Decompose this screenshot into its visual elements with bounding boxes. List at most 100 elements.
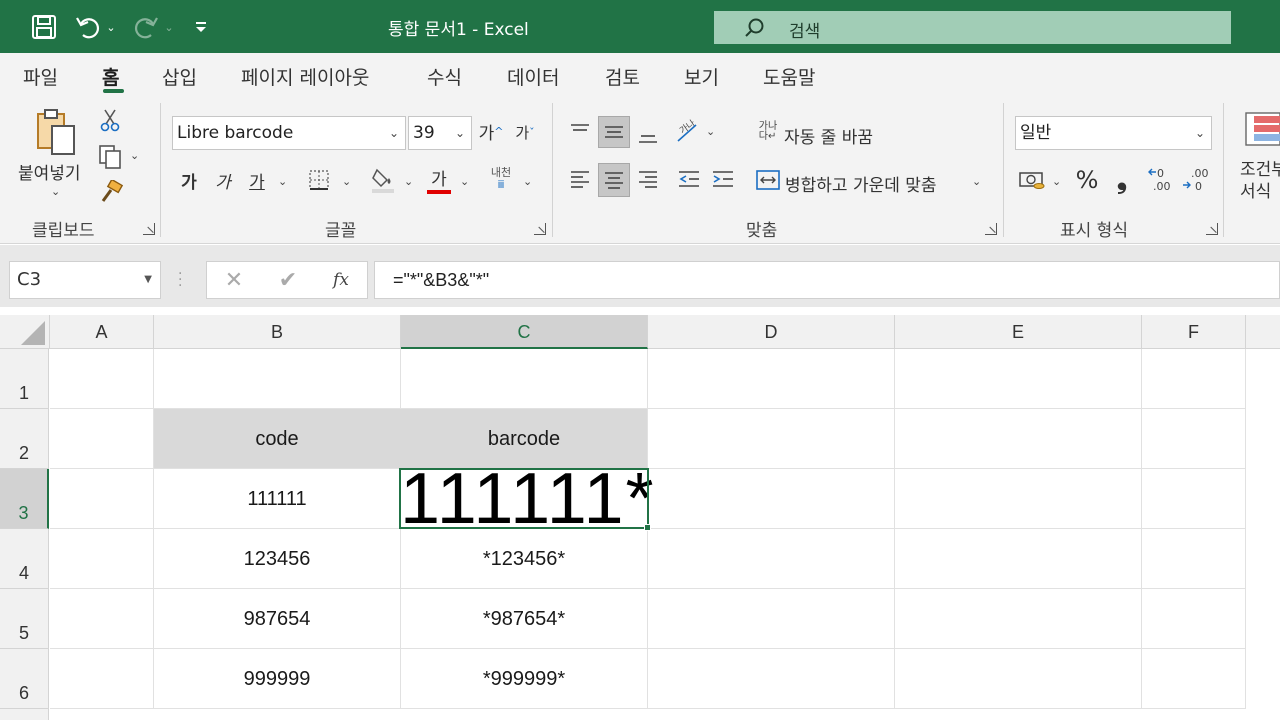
fill-color-dropdown-icon[interactable]: ⌄ xyxy=(404,175,413,188)
orientation-dropdown-icon[interactable]: ⌄ xyxy=(706,125,715,138)
underline-button[interactable]: 가 xyxy=(246,167,268,193)
cell-D5[interactable] xyxy=(648,589,895,649)
tab-formulas[interactable]: 수식 xyxy=(427,63,462,90)
search-box[interactable]: 검색 xyxy=(714,11,1231,44)
cell-E4[interactable] xyxy=(895,529,1142,589)
cell-D4[interactable] xyxy=(648,529,895,589)
bold-button[interactable]: 가 xyxy=(178,167,200,193)
column-header[interactable] xyxy=(1246,315,1280,349)
column-header[interactable]: E xyxy=(895,315,1142,349)
comma-style-button[interactable]: ❟ xyxy=(1110,165,1134,195)
insert-function-icon[interactable]: fx xyxy=(329,267,353,293)
tab-help[interactable]: 도움말 xyxy=(763,63,815,90)
cell-E5[interactable] xyxy=(895,589,1142,649)
cell-E3[interactable] xyxy=(895,469,1142,529)
cancel-icon[interactable]: ✕ xyxy=(223,268,245,293)
number-launcher-icon[interactable] xyxy=(1206,223,1218,235)
name-box[interactable]: C3 ▼ xyxy=(9,261,161,299)
copy-icon[interactable] xyxy=(96,143,124,171)
cell-A2[interactable] xyxy=(50,409,154,469)
cell-D1[interactable] xyxy=(648,349,895,409)
underline-dropdown-icon[interactable]: ⌄ xyxy=(278,175,287,188)
row-header[interactable]: 1 xyxy=(0,349,49,409)
save-icon[interactable] xyxy=(30,13,58,41)
row-header[interactable] xyxy=(0,709,49,720)
column-header[interactable]: A xyxy=(50,315,154,349)
align-bottom-icon[interactable] xyxy=(634,117,662,151)
row-header[interactable]: 5 xyxy=(0,589,49,649)
align-left-icon[interactable] xyxy=(566,163,594,195)
decrease-indent-icon[interactable] xyxy=(674,163,704,195)
redo-icon[interactable] xyxy=(132,13,160,41)
cell-A3[interactable] xyxy=(50,469,154,529)
redo-dropdown-icon[interactable]: ⌄ xyxy=(162,13,176,41)
cell-F5[interactable] xyxy=(1142,589,1246,649)
column-header[interactable]: F xyxy=(1142,315,1246,349)
cell-B6[interactable]: 999999 xyxy=(154,649,401,709)
undo-dropdown-icon[interactable]: ⌄ xyxy=(104,13,118,41)
font-size-select[interactable]: 39 ⌄ xyxy=(408,116,472,150)
paste-label[interactable]: 붙여넣기 xyxy=(18,159,81,184)
cell-B5[interactable]: 987654 xyxy=(154,589,401,649)
increase-indent-icon[interactable] xyxy=(708,163,738,195)
percent-style-button[interactable]: % xyxy=(1072,165,1102,195)
formula-input[interactable]: ="*"&B3&"*" xyxy=(374,261,1280,299)
cell-F4[interactable] xyxy=(1142,529,1246,589)
name-box-dropdown-icon[interactable]: ▼ xyxy=(144,262,152,298)
cell-E2[interactable] xyxy=(895,409,1142,469)
font-launcher-icon[interactable] xyxy=(534,223,546,235)
cell-C5[interactable]: *987654* xyxy=(401,589,648,649)
font-color-dropdown-icon[interactable]: ⌄ xyxy=(460,175,469,188)
tab-review[interactable]: 검토 xyxy=(605,63,640,90)
tab-view[interactable]: 보기 xyxy=(684,63,719,90)
cell-F6[interactable] xyxy=(1142,649,1246,709)
formula-bar-splitter-icon[interactable]: · · · xyxy=(178,267,184,293)
paste-dropdown-icon[interactable]: ⌄ xyxy=(51,185,60,198)
tab-insert[interactable]: 삽입 xyxy=(162,63,197,90)
cell-A5[interactable] xyxy=(50,589,154,649)
borders-dropdown-icon[interactable]: ⌄ xyxy=(342,175,351,188)
merge-dropdown-icon[interactable]: ⌄ xyxy=(972,175,981,188)
tab-file[interactable]: 파일 xyxy=(23,63,58,90)
cell-A4[interactable] xyxy=(50,529,154,589)
alignment-launcher-icon[interactable] xyxy=(985,223,997,235)
accounting-format-icon[interactable] xyxy=(1017,167,1047,193)
fill-handle[interactable] xyxy=(644,524,651,531)
cell-F2[interactable] xyxy=(1142,409,1246,469)
copy-dropdown-icon[interactable]: ⌄ xyxy=(130,149,139,162)
column-header[interactable]: D xyxy=(648,315,895,349)
cell-F3[interactable] xyxy=(1142,469,1246,529)
row-header-selected[interactable]: 3 xyxy=(0,469,49,529)
customize-toolbar-icon[interactable] xyxy=(192,13,210,41)
phonetic-guide-button[interactable]: 내천 ⅲ xyxy=(486,163,516,195)
enter-icon[interactable]: ✔ xyxy=(277,268,299,293)
font-color-button[interactable]: 가 xyxy=(426,163,452,195)
borders-icon[interactable] xyxy=(306,167,332,193)
align-top-icon[interactable] xyxy=(566,117,594,145)
decrease-decimal-icon[interactable]: .00 0 xyxy=(1180,165,1212,195)
cut-icon[interactable] xyxy=(98,107,122,133)
fill-color-icon[interactable] xyxy=(370,165,396,195)
font-name-select[interactable]: Libre barcode ⌄ xyxy=(172,116,406,150)
tab-page-layout[interactable]: 페이지 레이아웃 xyxy=(241,63,369,90)
cell-D2[interactable] xyxy=(648,409,895,469)
merge-center-label[interactable]: 병합하고 가운데 맞춤 xyxy=(785,171,937,196)
row-header[interactable]: 4 xyxy=(0,529,49,589)
italic-button[interactable]: 가 xyxy=(212,167,234,193)
conditional-formatting-label[interactable]: 조건부 서식 xyxy=(1240,159,1280,203)
column-header-selected[interactable]: C xyxy=(401,315,648,349)
cell-B1[interactable] xyxy=(154,349,401,409)
cell-D6[interactable] xyxy=(648,649,895,709)
cell-A6[interactable] xyxy=(50,649,154,709)
increase-decimal-icon[interactable]: 0.00 xyxy=(1146,165,1178,195)
decrease-font-size-button[interactable]: 가ˇ xyxy=(510,119,540,145)
cell-A1[interactable] xyxy=(50,349,154,409)
align-center-icon[interactable] xyxy=(598,163,630,197)
clipboard-launcher-icon[interactable] xyxy=(143,223,155,235)
cell-B2[interactable]: code xyxy=(154,409,401,469)
align-middle-icon[interactable] xyxy=(598,116,630,148)
conditional-formatting-icon[interactable] xyxy=(1244,111,1280,147)
orientation-icon[interactable]: 가나 xyxy=(674,117,704,145)
cell-E6[interactable] xyxy=(895,649,1142,709)
cell-B3[interactable]: 111111 xyxy=(154,469,401,529)
